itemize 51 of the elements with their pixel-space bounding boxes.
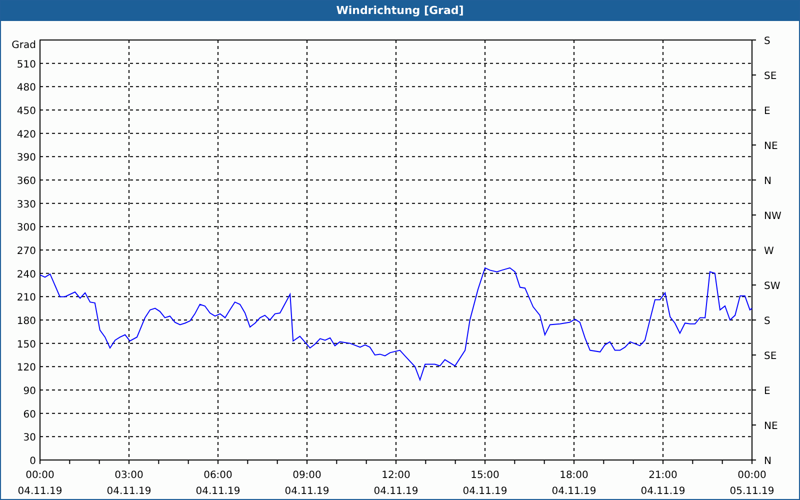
y-axis-label: 450 [16, 106, 36, 117]
compass-axis-label: N [764, 176, 772, 187]
y-axis-label: 90 [23, 386, 36, 397]
y-axis-label: 150 [16, 339, 36, 350]
x-axis-time-label: 18:00 [560, 470, 588, 481]
x-axis-date-label: 04.11.19 [552, 486, 596, 497]
x-axis-time-label: 09:00 [292, 470, 322, 481]
x-axis-date-label: 04.11.19 [18, 486, 62, 497]
y-axis-label: 30 [23, 432, 36, 444]
y-axis-title: Grad [12, 40, 36, 51]
compass-axis-label: E [764, 386, 770, 397]
y-axis-label: 180 [16, 316, 36, 327]
x-axis-time-label: 12:00 [382, 470, 410, 481]
x-axis-date-label: 04.11.19 [196, 486, 240, 497]
compass-axis-label: S [764, 316, 770, 327]
x-axis-date-label: 04.11.19 [106, 486, 152, 497]
y-axis-label: 300 [16, 222, 36, 234]
y-axis-label: 510 [16, 59, 36, 70]
compass-axis-label: NE [764, 141, 778, 152]
y-axis-label: 0 [30, 456, 36, 467]
x-axis-time-label: 21:00 [648, 470, 678, 481]
y-axis-label: 240 [16, 269, 36, 280]
x-axis-date-label: 04.11.19 [640, 486, 686, 497]
x-axis-time-label: 00:00 [738, 470, 766, 481]
x-axis-date-label: 04.11.19 [374, 486, 418, 497]
window-title: Windrichtung [Grad] [1, 1, 799, 21]
y-axis-label: 210 [16, 292, 36, 304]
y-axis-label: 270 [16, 246, 36, 257]
compass-axis-label: N [764, 456, 772, 467]
y-axis-label: 420 [16, 129, 36, 140]
x-axis-date-label: 04.11.19 [284, 486, 330, 497]
y-axis-label: 360 [16, 176, 36, 187]
x-axis-time-label: 03:00 [114, 470, 144, 481]
compass-axis-label: NE [764, 421, 778, 432]
x-axis-time-label: 00:00 [26, 470, 54, 481]
compass-axis-label: SE [764, 71, 777, 82]
y-axis-label: 120 [16, 362, 36, 374]
compass-axis-label: SE [764, 351, 777, 362]
y-axis-label: 60 [23, 409, 36, 420]
compass-axis-label: NW [764, 211, 782, 222]
x-axis-time-label: 15:00 [470, 470, 500, 481]
compass-axis-label: S [764, 36, 770, 47]
x-axis-time-label: 06:00 [204, 470, 232, 481]
compass-axis-label: W [764, 246, 774, 257]
y-axis-label: 390 [16, 152, 36, 164]
y-axis-label: 330 [16, 199, 36, 210]
x-axis-date-label: 05.11.19 [730, 486, 774, 497]
x-axis-date-label: 04.11.19 [462, 486, 508, 497]
y-axis-label: 480 [16, 82, 36, 94]
compass-axis-label: E [764, 106, 770, 117]
compass-axis-label: SW [764, 281, 780, 292]
